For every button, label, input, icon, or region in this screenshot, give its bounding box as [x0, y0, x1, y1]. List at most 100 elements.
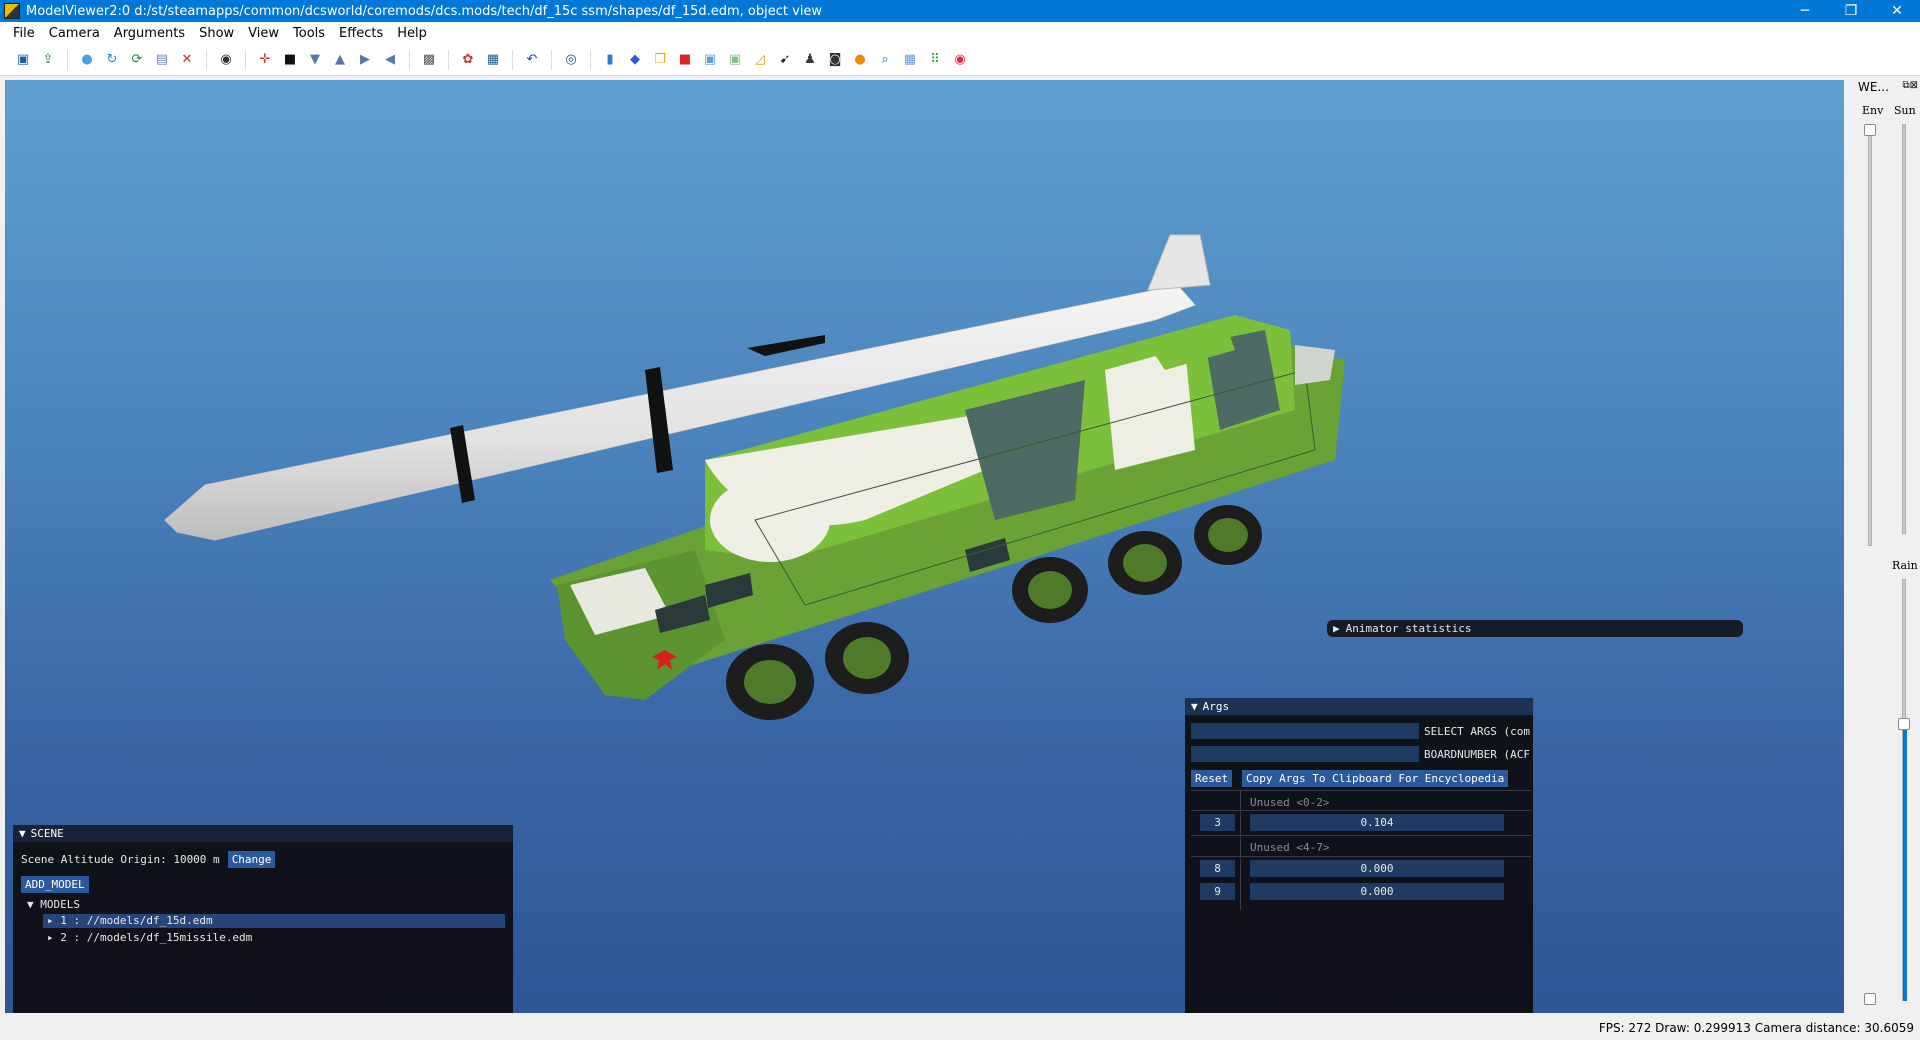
record-icon[interactable]: ◉ — [951, 51, 969, 69]
red-cube-icon[interactable]: ■ — [676, 51, 694, 69]
add-model-button[interactable]: ADD_MODEL — [21, 876, 89, 893]
undo-icon[interactable]: ↶ — [523, 51, 541, 69]
env-bottom-thumb[interactable] — [1864, 993, 1876, 1005]
menu-effects[interactable]: Effects — [332, 26, 390, 41]
args-header[interactable]: ▼ Args — [1185, 698, 1533, 715]
rain-slider-fill — [1903, 724, 1907, 1001]
copy-args-button[interactable]: Copy Args To Clipboard For Encyclopedia — [1242, 770, 1509, 787]
restore-button[interactable]: ❐ — [1828, 3, 1874, 19]
axis-icon[interactable]: ✛ — [256, 51, 274, 69]
menu-help[interactable]: Help — [390, 26, 434, 41]
arg-slider-3[interactable]: 0.104 — [1250, 814, 1504, 831]
expanded-arrow-icon: ▼ — [1191, 700, 1198, 713]
film-icon[interactable]: ▦ — [484, 51, 502, 69]
green-box-icon[interactable]: ▣ — [726, 51, 744, 69]
args-title: Args — [1202, 700, 1230, 713]
sun-icon[interactable]: ● — [851, 51, 869, 69]
status-bar: FPS: 272 Draw: 0.299913 Camera distance:… — [0, 1015, 1920, 1040]
toolbar-separator — [448, 49, 449, 70]
float-panel-button[interactable]: ⧉ — [1902, 80, 1909, 91]
grid-icon[interactable]: ▦ — [901, 51, 919, 69]
zoom-icon[interactable]: ⌕ — [876, 51, 894, 69]
rain-slider-thumb[interactable] — [1898, 718, 1910, 731]
chart-icon[interactable]: ▮ — [601, 51, 619, 69]
expanded-arrow-icon: ▼ — [19, 827, 26, 840]
menu-camera[interactable]: Camera — [42, 26, 107, 41]
minimize-button[interactable]: ─ — [1782, 3, 1828, 19]
boardnumber-input[interactable] — [1191, 746, 1419, 762]
cursor-icon[interactable]: ➹ — [776, 51, 794, 69]
expanded-arrow-icon: ▼ — [27, 898, 34, 911]
collapsed-arrow-icon: ▸ — [47, 914, 54, 927]
arg-slider-8[interactable]: 0.000 — [1250, 860, 1504, 877]
save-icon[interactable]: ▣ — [14, 51, 32, 69]
camera-icon[interactable]: ◎ — [562, 51, 580, 69]
menu-view[interactable]: View — [241, 26, 286, 41]
select-args-input[interactable] — [1191, 723, 1419, 739]
scene-title: SCENE — [30, 827, 64, 840]
toolbar: ▣ ⇪ ● ↻ ⟳ ▤ ✕ ◉ ✛ ■ ▼ ▲ ▶ ◀ ▩ ✿ ▦ ↶ ◎ ▮ ◆ ❐ ■ ▣ ▣ ◿ ➹ ♟ ◙ ● ⌕ ▦ ⠿ ◉ — [0, 44, 1920, 76]
unused-0-2-label: Unused <0-2> — [1250, 796, 1330, 809]
menu-tools[interactable]: Tools — [286, 26, 332, 41]
refresh-icon[interactable]: ↻ — [103, 51, 121, 69]
change-button[interactable]: Change — [227, 851, 276, 868]
pdf-icon[interactable]: ✕ — [178, 51, 196, 69]
column-divider — [1240, 790, 1241, 910]
model-item-label: 2 : //models/df_15missile.edm — [60, 931, 253, 944]
app-icon — [4, 3, 20, 19]
car-icon[interactable]: ◙ — [826, 51, 844, 69]
divider — [1191, 790, 1531, 791]
funnel-icon[interactable]: ▼ — [306, 51, 324, 69]
arrow-left-icon[interactable]: ◀ — [381, 51, 399, 69]
collapsed-arrow-icon: ▶ — [1333, 622, 1340, 635]
menu-show[interactable]: Show — [192, 26, 241, 41]
toolbar-separator — [409, 49, 410, 70]
export-icon[interactable]: ⇪ — [39, 51, 57, 69]
title-bar: ModelViewer2:0 d:/st/steamapps/common/dc… — [0, 0, 1920, 22]
dots-grid-icon[interactable]: ⠿ — [926, 51, 944, 69]
boardnumber-label: BOARDNUMBER (ACF — [1424, 748, 1530, 761]
menu-bar: File Camera Arguments Show View Tools Ef… — [0, 22, 1920, 44]
palette-icon[interactable]: ✿ — [459, 51, 477, 69]
arg-index-3: 3 — [1200, 814, 1235, 831]
env-slider-thumb[interactable] — [1864, 124, 1876, 136]
sun-label: Sun — [1894, 104, 1916, 117]
models-tree-header[interactable]: ▼ MODELS — [27, 898, 80, 911]
env-label: Env — [1862, 104, 1884, 117]
rain-label: Rain — [1892, 559, 1918, 572]
reset-button[interactable]: Reset — [1191, 770, 1233, 787]
arg-index-8: 8 — [1200, 860, 1235, 877]
close-panel-button[interactable]: ⊠ — [1910, 80, 1918, 91]
person-icon[interactable]: ♟ — [801, 51, 819, 69]
toolbar-separator — [67, 49, 68, 70]
model-item-2[interactable]: ▸ 2 : //models/df_15missile.edm — [43, 931, 252, 944]
scene-header[interactable]: ▼ SCENE — [13, 825, 513, 842]
models-label: MODELS — [40, 898, 80, 911]
sun-slider-track[interactable] — [1902, 124, 1906, 534]
menu-file[interactable]: File — [6, 26, 42, 41]
unused-4-7-label: Unused <4-7> — [1250, 841, 1330, 854]
graph-icon[interactable]: ◿ — [751, 51, 769, 69]
animator-statistics-label: Animator statistics — [1345, 622, 1472, 635]
bbox-icon[interactable]: ■ — [281, 51, 299, 69]
cone-icon[interactable]: ▲ — [331, 51, 349, 69]
cube-icon[interactable]: ◆ — [626, 51, 644, 69]
menu-arguments[interactable]: Arguments — [107, 26, 192, 41]
arg-slider-9[interactable]: 0.000 — [1250, 883, 1504, 900]
model-item-1[interactable]: ▸ 1 : //models/df_15d.edm — [43, 914, 505, 928]
altitude-label: Scene Altitude Origin: 10000 m — [21, 853, 220, 866]
target-icon[interactable]: ◉ — [217, 51, 235, 69]
env-slider-track[interactable] — [1868, 124, 1872, 546]
toolbar-separator — [512, 49, 513, 70]
status-text: FPS: 272 Draw: 0.299913 Camera distance:… — [1598, 1020, 1914, 1035]
copy-icon[interactable]: ❐ — [651, 51, 669, 69]
reload-icon[interactable]: ⟳ — [128, 51, 146, 69]
close-button[interactable]: ✕ — [1874, 3, 1920, 19]
arrow-right-icon[interactable]: ▶ — [356, 51, 374, 69]
box-icon[interactable]: ▣ — [701, 51, 719, 69]
photo-icon[interactable]: ▩ — [420, 51, 438, 69]
sphere-icon[interactable]: ● — [78, 51, 96, 69]
animator-statistics-header[interactable]: ▶ Animator statistics — [1327, 620, 1743, 637]
texture-icon[interactable]: ▤ — [153, 51, 171, 69]
arg-index-9: 9 — [1200, 883, 1235, 900]
